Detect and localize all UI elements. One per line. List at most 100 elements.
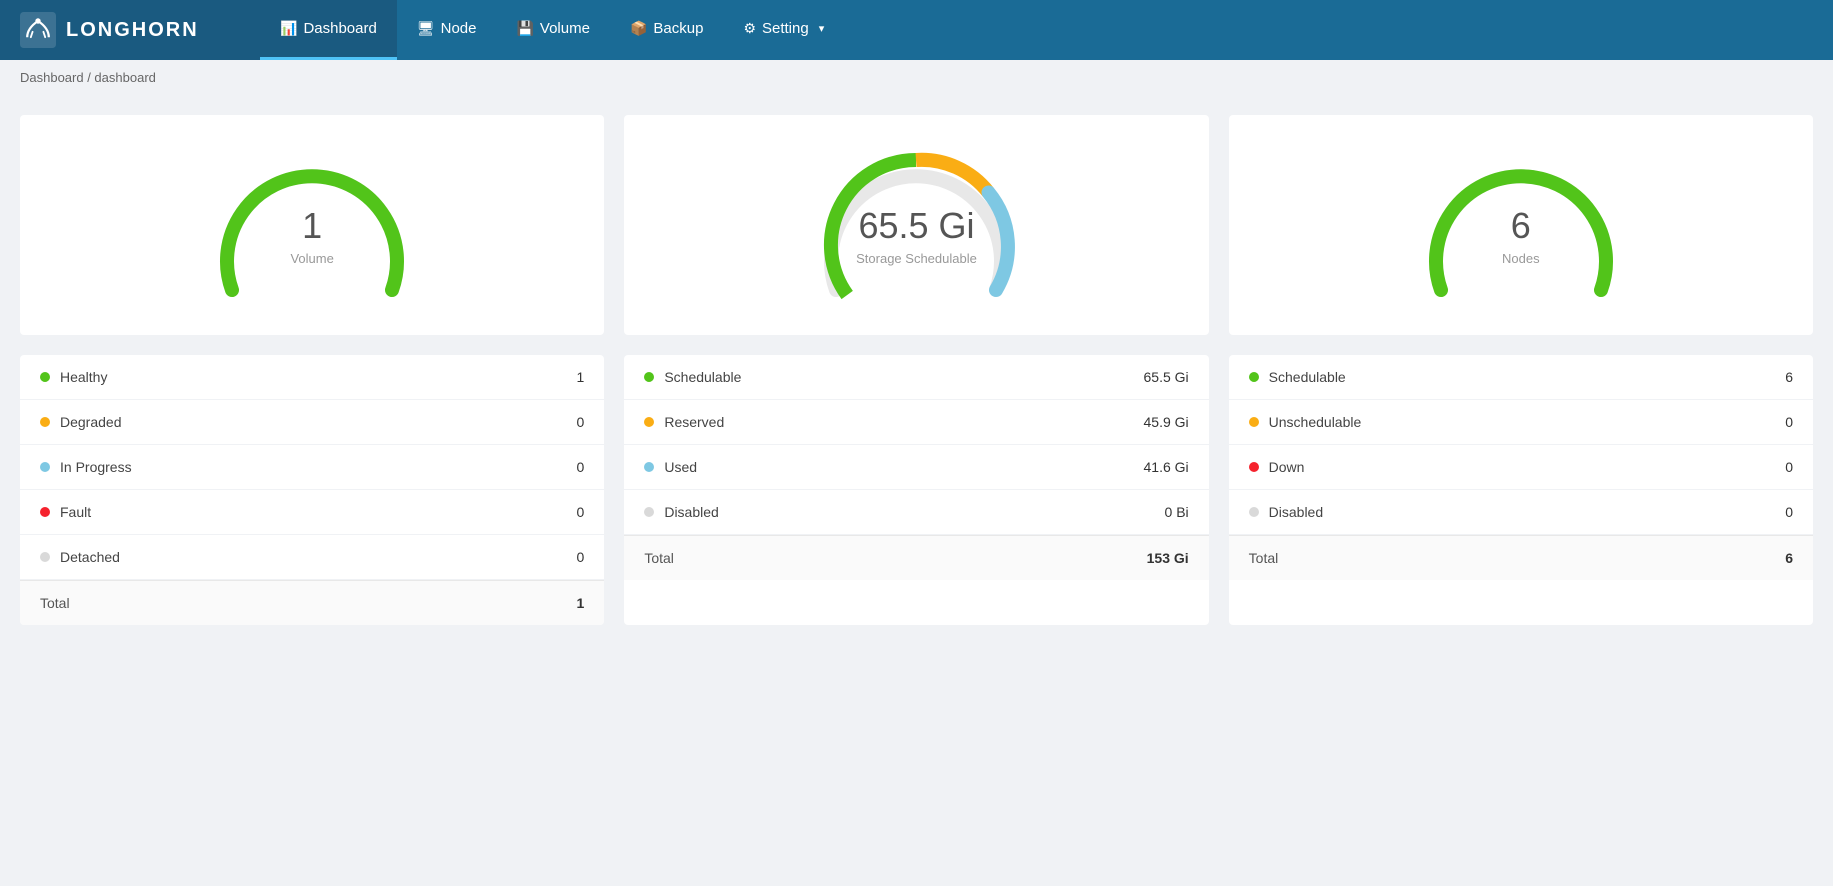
down-label: Down [1269, 459, 1786, 475]
nav-item-volume[interactable]: 💾 Volume [496, 0, 609, 60]
dashboard-icon: 📊 [280, 20, 297, 37]
nav-label-setting: Setting [762, 20, 809, 37]
stats-item-unschedulable: Unschedulable 0 [1229, 400, 1813, 445]
healthy-dot [40, 372, 50, 382]
stats-item-reserved: Reserved 45.9 Gi [624, 400, 1208, 445]
stats-item-in-progress: In Progress 0 [20, 445, 604, 490]
detached-dot [40, 552, 50, 562]
logo-area: LONGHORN [0, 0, 260, 60]
nav-item-dashboard[interactable]: 📊 Dashboard [260, 0, 397, 60]
disabled-storage-dot [644, 507, 654, 517]
nav-item-setting[interactable]: ⚙ Setting ▾ [723, 0, 844, 60]
nodes-stats-card: Schedulable 6 Unschedulable 0 Down 0 Dis… [1229, 355, 1813, 625]
volume-stats-total: Total 1 [20, 580, 604, 625]
volume-gauge-label: Volume [290, 251, 333, 266]
disabled-nodes-value: 0 [1785, 504, 1793, 520]
header: LONGHORN 📊 Dashboard 🖥 Node 💾 Volume 📦 B… [0, 0, 1833, 60]
schedulable-storage-dot [644, 372, 654, 382]
storage-stats-total: Total 153 Gi [624, 535, 1208, 580]
stats-item-disabled-storage: Disabled 0 Bi [624, 490, 1208, 535]
storage-total-label: Total [644, 550, 1146, 566]
nodes-gauge-card: 6 Nodes [1229, 115, 1813, 335]
stats-item-used: Used 41.6 Gi [624, 445, 1208, 490]
nav-label-backup: Backup [653, 20, 703, 37]
nav-label-dashboard: Dashboard [303, 20, 376, 37]
used-label: Used [664, 459, 1143, 475]
down-dot [1249, 462, 1259, 472]
disabled-nodes-dot [1249, 507, 1259, 517]
nav-label-volume: Volume [540, 20, 590, 37]
nodes-gauge-wrapper: 6 Nodes [1411, 135, 1631, 315]
stats-item-fault: Fault 0 [20, 490, 604, 535]
volume-gauge-card: 1 Volume [20, 115, 604, 335]
disabled-storage-label: Disabled [664, 504, 1164, 520]
stats-item-disabled-nodes: Disabled 0 [1229, 490, 1813, 535]
logo-text: LONGHORN [66, 19, 199, 42]
stats-item-healthy: Healthy 1 [20, 355, 604, 400]
schedulable-nodes-label: Schedulable [1269, 369, 1786, 385]
degraded-value: 0 [577, 414, 585, 430]
volume-stats-card: Healthy 1 Degraded 0 In Progress 0 Fault… [20, 355, 604, 625]
reserved-label: Reserved [664, 414, 1143, 430]
setting-chevron-icon: ▾ [819, 22, 825, 35]
healthy-value: 1 [577, 369, 585, 385]
volume-icon: 💾 [516, 20, 533, 37]
disabled-storage-value: 0 Bi [1165, 504, 1189, 520]
unschedulable-value: 0 [1785, 414, 1793, 430]
stats-item-schedulable-nodes: Schedulable 6 [1229, 355, 1813, 400]
nodes-total-label: Total [1249, 550, 1786, 566]
reserved-value: 45.9 Gi [1144, 414, 1189, 430]
node-icon: 🖥 [417, 20, 435, 37]
in-progress-label: In Progress [60, 459, 577, 475]
nodes-gauge-value: 6 [1502, 205, 1540, 247]
stats-item-degraded: Degraded 0 [20, 400, 604, 445]
used-dot [644, 462, 654, 472]
reserved-dot [644, 417, 654, 427]
nodes-gauge-center: 6 Nodes [1502, 205, 1540, 266]
degraded-dot [40, 417, 50, 427]
storage-stats-card: Schedulable 65.5 Gi Reserved 45.9 Gi Use… [624, 355, 1208, 625]
in-progress-dot [40, 462, 50, 472]
storage-gauge-value: 65.5 Gi [856, 205, 977, 247]
storage-gauge-center: 65.5 Gi Storage Schedulable [856, 205, 977, 266]
nav-item-node[interactable]: 🖥 Node [397, 0, 497, 60]
breadcrumb-text: Dashboard / dashboard [20, 70, 156, 85]
detached-label: Detached [60, 549, 577, 565]
storage-gauge-label: Storage Schedulable [856, 251, 977, 266]
stats-row: Healthy 1 Degraded 0 In Progress 0 Fault… [20, 355, 1813, 625]
main-content: 1 Volume 65.5 G [0, 95, 1833, 645]
schedulable-storage-label: Schedulable [664, 369, 1143, 385]
nodes-stats-total: Total 6 [1229, 535, 1813, 580]
unschedulable-dot [1249, 417, 1259, 427]
volume-total-label: Total [40, 595, 577, 611]
gauges-row: 1 Volume 65.5 G [20, 115, 1813, 335]
volume-gauge-wrapper: 1 Volume [202, 135, 422, 315]
main-nav: 📊 Dashboard 🖥 Node 💾 Volume 📦 Backup ⚙ S… [260, 0, 844, 60]
down-value: 0 [1785, 459, 1793, 475]
healthy-label: Healthy [60, 369, 577, 385]
longhorn-logo-icon [20, 12, 56, 48]
nav-item-backup[interactable]: 📦 Backup [610, 0, 723, 60]
backup-icon: 📦 [630, 20, 647, 37]
schedulable-nodes-value: 6 [1785, 369, 1793, 385]
breadcrumb: Dashboard / dashboard [0, 60, 1833, 95]
fault-value: 0 [577, 504, 585, 520]
stats-item-detached: Detached 0 [20, 535, 604, 580]
schedulable-nodes-dot [1249, 372, 1259, 382]
schedulable-storage-value: 65.5 Gi [1144, 369, 1189, 385]
stats-item-down: Down 0 [1229, 445, 1813, 490]
volume-total-value: 1 [577, 595, 585, 611]
in-progress-value: 0 [577, 459, 585, 475]
unschedulable-label: Unschedulable [1269, 414, 1786, 430]
storage-total-value: 153 Gi [1147, 550, 1189, 566]
volume-gauge-center: 1 Volume [290, 205, 333, 266]
stats-item-schedulable-storage: Schedulable 65.5 Gi [624, 355, 1208, 400]
storage-gauge-card: 65.5 Gi Storage Schedulable [624, 115, 1208, 335]
setting-icon: ⚙ [743, 20, 756, 37]
fault-label: Fault [60, 504, 577, 520]
disabled-nodes-label: Disabled [1269, 504, 1786, 520]
volume-gauge-value: 1 [290, 205, 333, 247]
nav-label-node: Node [441, 20, 477, 37]
storage-gauge-wrapper: 65.5 Gi Storage Schedulable [806, 135, 1026, 315]
nodes-gauge-label: Nodes [1502, 251, 1540, 266]
